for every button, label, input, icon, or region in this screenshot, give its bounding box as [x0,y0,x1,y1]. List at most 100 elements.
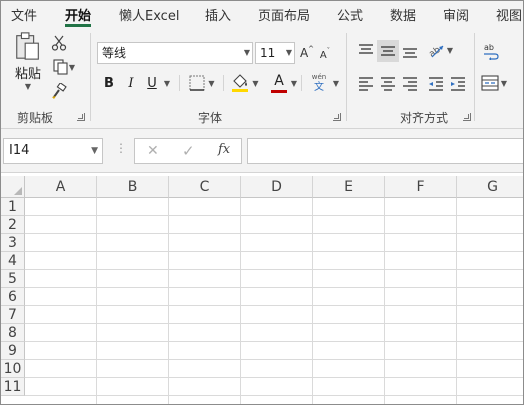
tab-lazy-excel[interactable]: 懒人Excel [119,5,179,24]
column-header[interactable]: C [169,176,241,198]
align-center-icon [381,77,395,91]
select-all-button[interactable] [1,176,25,198]
chevron-down-icon: ▼ [285,48,292,57]
font-size-select[interactable]: 11 ▼ [255,42,295,64]
font-group-label: 字体 [198,111,223,125]
scissors-icon [51,35,67,51]
name-box[interactable]: I14 ▼ [3,138,103,164]
align-bottom-button[interactable] [399,40,421,62]
row-header[interactable]: 4 [1,252,25,270]
column-header[interactable]: E [313,176,385,198]
tab-formulas[interactable]: 公式 [337,5,363,24]
enter-icon[interactable]: ✓ [182,142,195,160]
group-divider [474,33,475,121]
row-header[interactable]: 11 [1,378,25,396]
copy-dropdown-icon: ▼ [68,62,76,72]
font-name-select[interactable]: 等线 ▼ [97,42,253,64]
tab-view[interactable]: 视图 [496,5,522,24]
chevron-down-icon: ▼ [252,78,259,88]
clipboard-group-label: 剪贴板 [17,111,54,125]
tab-file[interactable]: 文件 [11,5,37,24]
copy-icon [53,59,68,75]
font-color-dropdown[interactable]: ▼ [289,73,299,93]
row-header[interactable]: 8 [1,324,25,342]
paste-button[interactable]: 粘贴 ▼ [9,31,47,91]
formula-input[interactable] [247,138,523,164]
font-launcher-icon[interactable] [333,113,341,121]
tab-home[interactable]: 开始 [65,5,91,24]
bold-button[interactable]: B [100,73,118,93]
paint-bucket-icon [232,74,249,92]
cell-area[interactable] [25,198,523,404]
column-header[interactable]: D [241,176,313,198]
chevron-down-icon: ▼ [208,78,215,88]
chevron-down-icon: ▼ [243,48,250,57]
column-header[interactable]: B [97,176,169,198]
column-header[interactable]: A [25,176,97,198]
align-middle-button[interactable] [377,40,399,62]
font-row-divider [301,75,302,91]
italic-button[interactable]: I [122,73,140,93]
phonetic-pinyin: wén [311,72,327,81]
row-header[interactable]: 5 [1,270,25,288]
tab-insert[interactable]: 插入 [205,5,231,24]
tab-review[interactable]: 审阅 [443,5,469,24]
clipboard-launcher-icon[interactable] [77,113,85,121]
format-painter-button[interactable] [49,81,69,101]
chevron-down-icon: ▼ [91,146,98,156]
increase-indent-icon [451,77,465,91]
row-header[interactable]: 7 [1,306,25,324]
tab-data[interactable]: 数据 [390,5,416,24]
borders-button[interactable]: ▼ [185,73,219,93]
increase-indent-button[interactable] [447,73,469,95]
merge-center-button[interactable]: ▼ [479,71,509,95]
alignment-launcher-icon[interactable] [463,113,471,121]
grow-font-button[interactable]: A ^ [299,42,315,64]
phonetic-dropdown[interactable]: ▼ [331,73,341,93]
chevron-down-icon: ▼ [500,78,508,88]
font-color-swatch [271,89,287,93]
decrease-indent-button[interactable] [425,73,447,95]
insert-function-icon[interactable]: fx [218,142,230,157]
chevron-down-icon: ▼ [290,78,298,88]
font-color-icon: A [274,72,284,89]
format-painter-icon [52,83,67,99]
orientation-button[interactable]: ab ▼ [425,38,455,62]
formula-bar: I14 ▼ ⋮ ✕ ✓ fx [1,129,523,173]
row-header[interactable]: 1 [1,198,25,216]
font-size-value: 11 [260,46,276,60]
more-handle-icon[interactable]: ⋮ [115,141,127,155]
chevron-down-icon: ▼ [332,78,340,88]
tab-page-layout[interactable]: 页面布局 [258,5,310,24]
font-row-divider [223,75,224,91]
group-divider [346,33,347,121]
phonetic-button[interactable]: wén 文 [306,70,332,96]
phonetic-char: 文 [314,81,324,93]
fill-color-swatch [232,89,249,92]
underline-button[interactable]: U [143,73,161,93]
column-header[interactable]: G [457,176,523,198]
column-header[interactable]: F [385,176,457,198]
wrap-text-button[interactable]: ab [479,39,503,63]
row-header[interactable]: 2 [1,216,25,234]
excel-window: 文件 开始 懒人Excel 插入 页面布局 公式 数据 审阅 视图 粘贴 ▼ ▼… [0,0,524,405]
align-middle-icon [381,46,395,56]
underline-dropdown[interactable]: ▼ [162,73,172,93]
align-center-button[interactable] [377,73,399,95]
svg-text:ab: ab [484,43,494,52]
cut-button[interactable] [49,33,69,53]
name-box-value: I14 [9,143,30,158]
cancel-icon[interactable]: ✕ [147,143,159,159]
copy-button[interactable]: ▼ [49,57,79,77]
align-right-button[interactable] [399,73,421,95]
fill-color-button[interactable]: ▼ [229,71,261,95]
row-header[interactable]: 3 [1,234,25,252]
row-header[interactable]: 10 [1,360,25,378]
shrink-font-button[interactable]: Aˇ [317,44,333,66]
chevron-down-icon: ▼ [163,78,171,88]
align-left-button[interactable] [355,73,377,95]
row-header[interactable]: 9 [1,342,25,360]
row-header[interactable]: 6 [1,288,25,306]
align-bottom-icon [403,48,417,58]
align-top-button[interactable] [355,40,377,62]
